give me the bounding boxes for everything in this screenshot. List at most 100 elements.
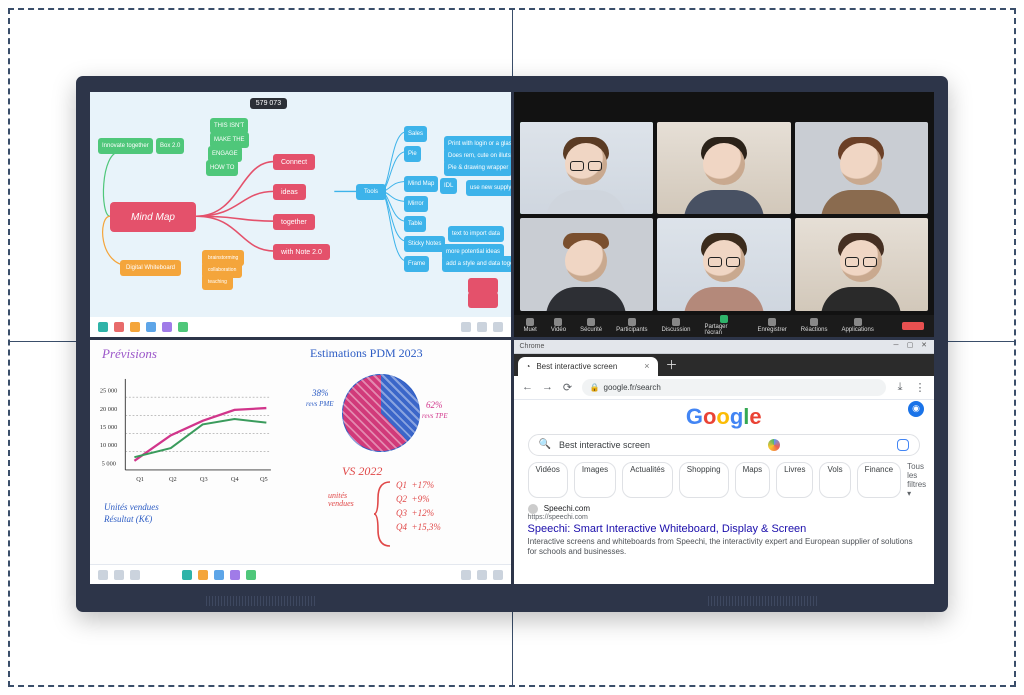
tab-close-icon[interactable]: × bbox=[644, 361, 649, 371]
node-frame[interactable]: Frame bbox=[404, 256, 429, 272]
node-together[interactable]: together bbox=[273, 214, 315, 230]
apps-button[interactable]: Applications bbox=[841, 318, 873, 333]
interactive-display-device: 579 073 Mind Map Connect ideas to bbox=[76, 76, 948, 612]
result-url: https://speechi.com bbox=[528, 514, 921, 521]
tool-pen-icon[interactable] bbox=[114, 322, 124, 332]
browser-tab[interactable]: ◔ Best interactive screen × bbox=[518, 357, 658, 376]
green-left[interactable]: Innovate together bbox=[98, 138, 153, 154]
green-box[interactable]: Box 2.0 bbox=[156, 138, 184, 154]
voice-search-icon[interactable] bbox=[768, 439, 780, 451]
window-maximize-icon[interactable]: ▢ bbox=[906, 342, 914, 350]
participants-button[interactable]: Participants bbox=[616, 318, 647, 333]
node-connect[interactable]: Connect bbox=[273, 154, 315, 170]
node-table[interactable]: Table bbox=[404, 216, 426, 232]
account-avatar[interactable]: ◉ bbox=[908, 401, 924, 417]
svg-text:Q1: Q1 bbox=[136, 475, 144, 482]
tool-more-icon[interactable] bbox=[493, 322, 503, 332]
wb-tool-icon[interactable] bbox=[114, 570, 124, 580]
pane-chrome[interactable]: Chrome ─ ▢ ✕ ◔ Best interactive screen ×… bbox=[514, 340, 935, 585]
wb-more-icon[interactable] bbox=[493, 570, 503, 580]
node-pie[interactable]: Pie bbox=[404, 146, 421, 162]
back-button[interactable]: ← bbox=[522, 381, 534, 393]
window-minimize-icon[interactable]: ─ bbox=[892, 342, 900, 350]
mindmap-root-node[interactable]: Mind Map bbox=[110, 202, 196, 232]
tool-undo-icon[interactable] bbox=[461, 322, 471, 332]
menu-icon[interactable]: ⋮ bbox=[914, 381, 926, 393]
wb-shape-icon[interactable] bbox=[198, 570, 208, 580]
chip-videos[interactable]: Vidéos bbox=[528, 462, 568, 498]
leave-button[interactable] bbox=[902, 322, 924, 330]
blue-desc-2[interactable]: Pie & drawing wrapper bbox=[444, 160, 511, 176]
forward-button[interactable]: → bbox=[542, 381, 554, 393]
share-screen-button[interactable]: Partager l'écran bbox=[704, 315, 743, 336]
green-3[interactable]: HOW TO bbox=[206, 160, 238, 176]
pane-videocall[interactable]: Muet Vidéo Sécurité Participants Discuss… bbox=[514, 92, 935, 337]
blue-desc-5[interactable]: text to import data bbox=[448, 226, 504, 242]
window-app-name: Chrome bbox=[520, 343, 545, 350]
wb-page-icon[interactable] bbox=[477, 570, 487, 580]
node-ideas[interactable]: ideas bbox=[273, 184, 306, 200]
search-result[interactable]: Speechi.com https://speechi.com Speechi:… bbox=[528, 504, 921, 559]
security-button[interactable]: Sécurité bbox=[580, 318, 602, 333]
wb-zoom-icon[interactable] bbox=[461, 570, 471, 580]
svg-text:15 000: 15 000 bbox=[100, 424, 118, 431]
node-tools[interactable]: Tools bbox=[356, 184, 386, 200]
speaker-grille-icon bbox=[708, 596, 818, 606]
chip-more[interactable]: Tous les filtres ▾ bbox=[907, 462, 926, 498]
tool-redo-icon[interactable] bbox=[477, 322, 487, 332]
orange-3[interactable]: teaching bbox=[202, 274, 233, 290]
chip-maps[interactable]: Maps bbox=[735, 462, 771, 498]
video-button[interactable]: Vidéo bbox=[551, 318, 566, 333]
tool-select-icon[interactable] bbox=[98, 322, 108, 332]
participant-tile[interactable] bbox=[657, 122, 791, 214]
address-bar[interactable]: 🔒 google.fr/search bbox=[582, 379, 887, 396]
chip-flights[interactable]: Vols bbox=[819, 462, 850, 498]
reactions-button[interactable]: Réactions bbox=[801, 318, 828, 333]
blue-desc-3[interactable]: IDL bbox=[440, 178, 457, 194]
tab-favicon-icon: ◔ bbox=[526, 362, 531, 371]
chip-news[interactable]: Actualités bbox=[622, 462, 673, 498]
blue-desc-4[interactable]: use new supply bbox=[466, 180, 511, 196]
node-mindmap2[interactable]: Mind Map bbox=[404, 176, 438, 192]
participant-tile[interactable] bbox=[795, 218, 929, 310]
tool-text-icon[interactable] bbox=[146, 322, 156, 332]
chat-button[interactable]: Discussion bbox=[661, 318, 690, 333]
participant-tile[interactable] bbox=[520, 218, 654, 310]
google-search-input[interactable]: 🔍 Best interactive screen bbox=[528, 434, 921, 456]
red-extra-2[interactable] bbox=[468, 292, 498, 308]
wb-erase-icon[interactable] bbox=[230, 570, 240, 580]
participant-tile[interactable] bbox=[520, 122, 654, 214]
new-tab-button[interactable]: ＋ bbox=[666, 356, 678, 373]
pane-whiteboard[interactable]: Prévisions Estimations PDM 2023 25 000 2… bbox=[90, 340, 511, 585]
pie-label-a-sub: revs PME bbox=[306, 400, 334, 408]
lens-search-icon[interactable] bbox=[897, 439, 909, 451]
participant-tile[interactable] bbox=[657, 218, 791, 310]
blue-desc-7[interactable]: add a style and data together bbox=[442, 256, 511, 272]
wb-pen-icon[interactable] bbox=[182, 570, 192, 580]
result-title[interactable]: Speechi: Smart Interactive Whiteboard, D… bbox=[528, 523, 921, 535]
wb-tool-icon[interactable] bbox=[130, 570, 140, 580]
chip-finance[interactable]: Finance bbox=[857, 462, 901, 498]
record-button[interactable]: Enregistrer bbox=[757, 318, 786, 333]
tool-color-icon[interactable] bbox=[178, 322, 188, 332]
window-close-icon[interactable]: ✕ bbox=[920, 342, 928, 350]
tool-eraser-icon[interactable] bbox=[162, 322, 172, 332]
node-note20[interactable]: with Note 2.0 bbox=[273, 244, 330, 260]
mute-button[interactable]: Muet bbox=[524, 318, 537, 333]
tool-shape-icon[interactable] bbox=[130, 322, 140, 332]
wb-tool-icon[interactable] bbox=[98, 570, 108, 580]
wb-text-icon[interactable] bbox=[214, 570, 224, 580]
wb-fill-icon[interactable] bbox=[246, 570, 256, 580]
node-sales[interactable]: Sales bbox=[404, 126, 427, 142]
pane-mindmap[interactable]: 579 073 Mind Map Connect ideas to bbox=[90, 92, 511, 337]
orange-root[interactable]: Digital Whiteboard bbox=[120, 260, 181, 276]
participant-tile[interactable] bbox=[795, 122, 929, 214]
chip-shopping[interactable]: Shopping bbox=[679, 462, 729, 498]
node-mirror[interactable]: Mirror bbox=[404, 196, 428, 212]
chip-books[interactable]: Livres bbox=[776, 462, 813, 498]
node-sticky[interactable]: Sticky Notes bbox=[404, 236, 445, 252]
download-icon[interactable]: ⤓ bbox=[894, 381, 906, 393]
chip-images[interactable]: Images bbox=[574, 462, 616, 498]
reload-button[interactable]: ⟳ bbox=[562, 381, 574, 393]
window-titlebar: Chrome ─ ▢ ✕ bbox=[514, 340, 935, 354]
